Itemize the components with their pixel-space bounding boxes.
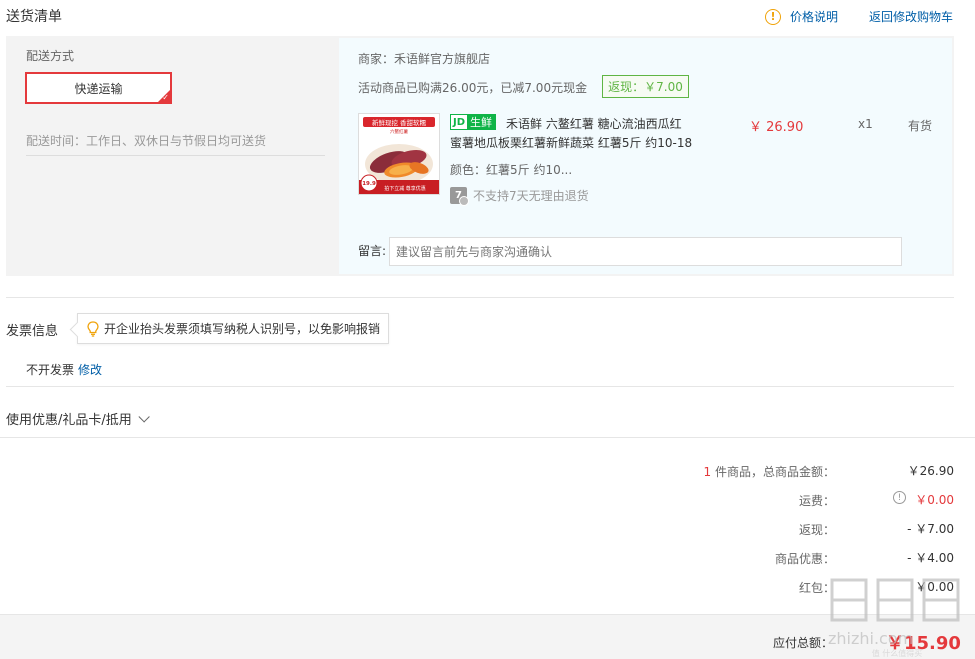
coupon-toggle[interactable]: 使用优惠/礼品卡/抵用 bbox=[6, 409, 150, 428]
info-icon[interactable]: ! bbox=[893, 491, 906, 504]
freight-label: 运费： bbox=[798, 494, 835, 508]
shipping-method-text: 快递运输 bbox=[74, 81, 123, 96]
jd-logo-icon: JD bbox=[451, 115, 468, 129]
sweet-potato-image: 新鲜现挖 香甜软糯 六鳌红薯 19.9 拍下立减 尊享优惠 bbox=[359, 114, 439, 194]
invoice-status: 不开发票 bbox=[26, 363, 75, 377]
chevron-down-icon bbox=[138, 410, 150, 423]
goods-total-label: 1 件商品，总商品金额： bbox=[704, 463, 835, 480]
watermark-url: zhizhi.com bbox=[828, 629, 913, 648]
rebate-value: - ￥7.00 bbox=[907, 522, 954, 536]
product-price: ￥ 26.90 bbox=[749, 120, 804, 135]
bulb-icon bbox=[87, 320, 99, 337]
invoice-edit-link[interactable]: 修改 bbox=[78, 361, 102, 378]
rebate-badge: 返现：￥7.00 bbox=[602, 75, 689, 98]
image-banner-text: 新鲜现挖 香甜软糯 bbox=[372, 118, 427, 127]
discount-label: 商品优惠： bbox=[774, 552, 835, 566]
shipping-method-option[interactable]: 快递运输 ✓ bbox=[25, 72, 172, 104]
watermark-logo: zhizhi.com 值 什么值得买 bbox=[828, 578, 960, 658]
invoice-tip-text: 开企业抬头发票须填写纳税人识别号，以免影响报销 bbox=[104, 322, 381, 336]
jd-fresh-tag: JD 生鲜 bbox=[450, 114, 497, 130]
divider bbox=[26, 155, 325, 156]
price-explain-link[interactable]: ! 价格说明 bbox=[765, 8, 838, 25]
remark-input[interactable] bbox=[389, 237, 902, 266]
product-quantity: x1 bbox=[858, 117, 873, 131]
product-stock: 有货 bbox=[908, 119, 933, 133]
product-color: 颜色：红薯5斤 约10... bbox=[450, 163, 573, 177]
rebate-label: 返现： bbox=[798, 523, 835, 537]
no-return-text: 不支持7天无理由退货 bbox=[473, 189, 589, 203]
divider bbox=[0, 437, 975, 438]
coupon-label: 使用优惠/礼品卡/抵用 bbox=[6, 413, 132, 428]
shipping-time: 配送时间：工作日、双休日与节假日均可送货 bbox=[26, 134, 267, 148]
back-to-cart-link[interactable]: 返回修改购物车 bbox=[869, 8, 953, 25]
section-title: 送货清单 bbox=[6, 9, 62, 25]
price-explain-label: 价格说明 bbox=[790, 10, 839, 24]
shipping-method-label: 配送方式 bbox=[26, 49, 75, 63]
check-icon: ✓ bbox=[162, 93, 169, 102]
divider bbox=[6, 297, 954, 298]
invoice-tip: 开企业抬头发票须填写纳税人识别号，以免影响报销 bbox=[77, 313, 390, 344]
item-count: 1 bbox=[703, 465, 712, 479]
product-image[interactable]: 新鲜现挖 香甜软糯 六鳌红薯 19.9 拍下立减 尊享优惠 bbox=[358, 113, 440, 195]
no-return-notice: 7 不支持7天无理由退货 bbox=[450, 187, 589, 206]
no-return-icon: 7 bbox=[450, 187, 469, 206]
warning-icon: ! bbox=[765, 8, 781, 25]
image-price-text: 19.9 bbox=[362, 181, 376, 187]
discount-value: - ￥4.00 bbox=[907, 551, 954, 565]
fresh-tag-label: 生鲜 bbox=[467, 115, 496, 129]
invoice-title: 发票信息 bbox=[6, 324, 59, 339]
promo-text: 活动商品已购满26.00元，已减7.00元现金 bbox=[358, 81, 588, 95]
goods-total-value: ￥26.90 bbox=[907, 464, 954, 478]
remark-label: 留言: bbox=[358, 244, 387, 258]
freight-value: ￥0.00 bbox=[915, 493, 954, 507]
product-name-line2[interactable]: 蜜薯地瓜板栗红薯新鲜蔬菜 红薯5斤 约10-18 bbox=[450, 134, 692, 151]
image-sub-text: 六鳌红薯 bbox=[390, 128, 408, 135]
divider bbox=[6, 386, 954, 387]
watermark-text: 值 什么值得买 bbox=[872, 648, 923, 658]
merchant-name: 商家：禾语鲜官方旗舰店 bbox=[358, 52, 491, 66]
product-name-line1[interactable]: 禾语鲜 六鳌红薯 糖心流油西瓜红 bbox=[506, 115, 682, 132]
image-footer-text: 拍下立减 尊享优惠 bbox=[384, 185, 426, 192]
goods-total-text: 件商品，总商品金额： bbox=[714, 465, 835, 479]
